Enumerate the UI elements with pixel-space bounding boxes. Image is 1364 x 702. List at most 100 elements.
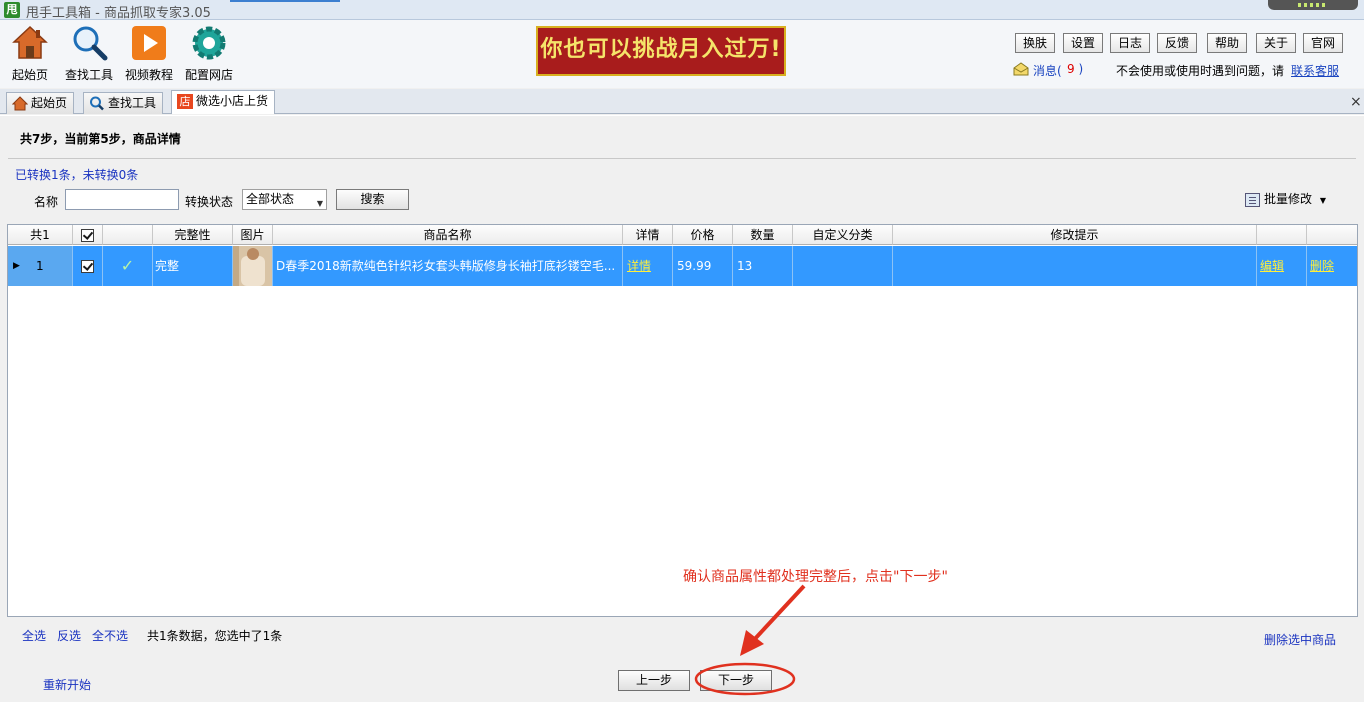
tab-weixuan-upload-label: 微选小店上货 <box>196 94 269 108</box>
row-checkbox[interactable] <box>81 260 94 273</box>
restart-link[interactable]: 重新开始 <box>43 676 91 693</box>
row-select-cell[interactable] <box>73 246 103 286</box>
toolbar-find-tools-button[interactable]: 查找工具 <box>61 24 117 86</box>
selection-summary: 共1条数据，您选中了1条 <box>147 629 283 643</box>
title-accent <box>230 0 340 2</box>
convert-status: 已转换1条，未转换0条 <box>15 168 139 182</box>
row-edit-link[interactable]: 编辑 <box>1257 246 1307 286</box>
toolbar-home-label: 起始页 <box>11 68 48 82</box>
home-icon <box>11 24 49 62</box>
convert-state-value: 全部状态 <box>246 192 295 206</box>
official-site-button[interactable]: 官网 <box>1303 33 1344 53</box>
row-image-cell[interactable] <box>233 246 273 286</box>
row-product-name: D春季2018新款纯色针织衫女套头韩版修身长袖打底衫镂空毛... <box>273 246 623 286</box>
window-title: 甩手工具箱 - 商品抓取专家3.05 <box>26 6 211 21</box>
tab-find-tools-label: 查找工具 <box>108 96 157 110</box>
toolbar-config-shop-label: 配置网店 <box>184 68 233 82</box>
highlight-ellipse <box>694 662 796 696</box>
batch-modify-label: 批量修改 <box>1264 192 1313 206</box>
column-header-modify-hint: 修改提示 <box>893 225 1257 245</box>
row-pointer-icon: ▶ <box>13 261 20 271</box>
toolbar-config-shop-button[interactable]: 配置网店 <box>181 24 237 86</box>
product-thumbnail <box>233 246 272 286</box>
tab-weixuan-upload[interactable]: 店 微选小店上货 <box>171 90 276 114</box>
select-all-checkbox[interactable] <box>81 229 94 242</box>
column-header-select-all[interactable] <box>73 225 103 245</box>
column-header-status <box>103 225 153 245</box>
step-indicator: 共7步，当前第5步，商品详情 <box>20 132 181 146</box>
tab-find-tools[interactable]: 查找工具 <box>83 92 164 114</box>
invert-select-link[interactable]: 反选 <box>57 627 81 644</box>
contact-support-link[interactable]: 联系客服 <box>1291 62 1339 79</box>
skin-button[interactable]: 换肤 <box>1015 33 1056 53</box>
app-logo-icon: 甩 <box>4 2 20 18</box>
divider <box>8 158 1356 159</box>
column-header-completeness: 完整性 <box>153 225 233 245</box>
annotation-arrow-icon <box>740 584 806 656</box>
home-icon <box>11 96 29 111</box>
batch-edit-icon <box>1245 193 1260 207</box>
row-price: 59.99 <box>673 246 733 286</box>
row-quantity: 13 <box>733 246 793 286</box>
prev-step-button[interactable]: 上一步 <box>618 670 690 691</box>
complete-check-icon: ✓ <box>103 246 153 286</box>
toolbar-find-tools-label: 查找工具 <box>64 68 113 82</box>
play-icon <box>130 24 168 62</box>
row-index: 1 <box>36 259 44 273</box>
settings-button[interactable]: 设置 <box>1063 33 1104 53</box>
magnifier-icon <box>89 96 105 111</box>
messages-count-value: 9 <box>1067 62 1075 76</box>
about-button[interactable]: 关于 <box>1256 33 1297 53</box>
gear-icon <box>190 24 228 62</box>
column-header-price: 价格 <box>673 225 733 245</box>
column-header-custom-category: 自定义分类 <box>793 225 893 245</box>
select-none-link[interactable]: 全不选 <box>92 627 128 644</box>
annotation-hint: 确认商品属性都处理完整后，点击"下一步" <box>683 569 948 585</box>
messages-count: 9 ) <box>1067 62 1083 76</box>
column-header-detail: 详情 <box>623 225 673 245</box>
row-delete-link[interactable]: 删除 <box>1307 246 1357 286</box>
name-filter-input[interactable] <box>65 189 179 210</box>
convert-state-select[interactable]: 全部状态 ▼ <box>242 189 327 210</box>
product-table: 共1 完整性 图片 商品名称 详情 价格 数量 自定义分类 修改提示 ▶ 1 ✓… <box>7 224 1358 617</box>
feedback-button[interactable]: 反馈 <box>1157 33 1198 53</box>
batch-modify-button[interactable]: 批量修改 ▼ <box>1242 189 1330 211</box>
messages-close-paren: ) <box>1078 62 1084 76</box>
chevron-down-icon: ▼ <box>1319 196 1326 205</box>
toolbar-video-label: 视频教程 <box>124 68 173 82</box>
name-filter-label: 名称 <box>34 195 59 209</box>
tab-home[interactable]: 起始页 <box>6 92 75 114</box>
delete-selected-link[interactable]: 删除选中商品 <box>1264 631 1336 648</box>
help-prompt-text: 不会使用或使用时遇到问题，请 <box>1116 64 1285 78</box>
log-button[interactable]: 日志 <box>1110 33 1151 53</box>
close-tab-icon[interactable]: × <box>1350 94 1362 110</box>
messages-label: 消息( <box>1033 64 1062 78</box>
tab-home-label: 起始页 <box>31 96 68 110</box>
help-button[interactable]: 帮助 <box>1207 33 1248 53</box>
row-index-cell: ▶ 1 <box>8 246 73 286</box>
row-detail-link[interactable]: 详情 <box>623 246 673 286</box>
column-header-delete <box>1307 225 1357 245</box>
table-row[interactable]: ▶ 1 ✓ 完整 D春季2018新款纯色针织衫女套头韩版修身长袖打底衫镂空毛..… <box>8 246 1357 286</box>
column-header-edit <box>1257 225 1307 245</box>
row-custom-category[interactable] <box>793 246 893 286</box>
search-button[interactable]: 搜索 <box>336 189 409 210</box>
select-all-link[interactable]: 全选 <box>22 627 46 644</box>
row-completeness: 完整 <box>153 246 233 286</box>
chevron-down-icon: ▼ <box>316 199 323 208</box>
column-header-count: 共1 <box>8 225 73 245</box>
title-bar: 甩 甩手工具箱 - 商品抓取专家3.05 <box>0 0 1364 21</box>
toolbar-video-button[interactable]: 视频教程 <box>121 24 177 86</box>
column-header-quantity: 数量 <box>733 225 793 245</box>
column-header-product-name: 商品名称 <box>273 225 623 245</box>
message-icon[interactable] <box>1013 62 1029 76</box>
column-header-image: 图片 <box>233 225 273 245</box>
convert-state-label: 转换状态 <box>185 195 234 209</box>
window-controls[interactable] <box>1268 0 1358 10</box>
toolbar-home-button[interactable]: 起始页 <box>2 24 58 86</box>
messages-link[interactable]: 消息( <box>1033 62 1062 79</box>
shop-icon: 店 <box>177 94 193 109</box>
promo-banner[interactable]: 你也可以挑战月入过万! <box>536 26 786 76</box>
magnifier-icon <box>70 24 108 62</box>
row-modify-hint <box>893 246 1257 286</box>
